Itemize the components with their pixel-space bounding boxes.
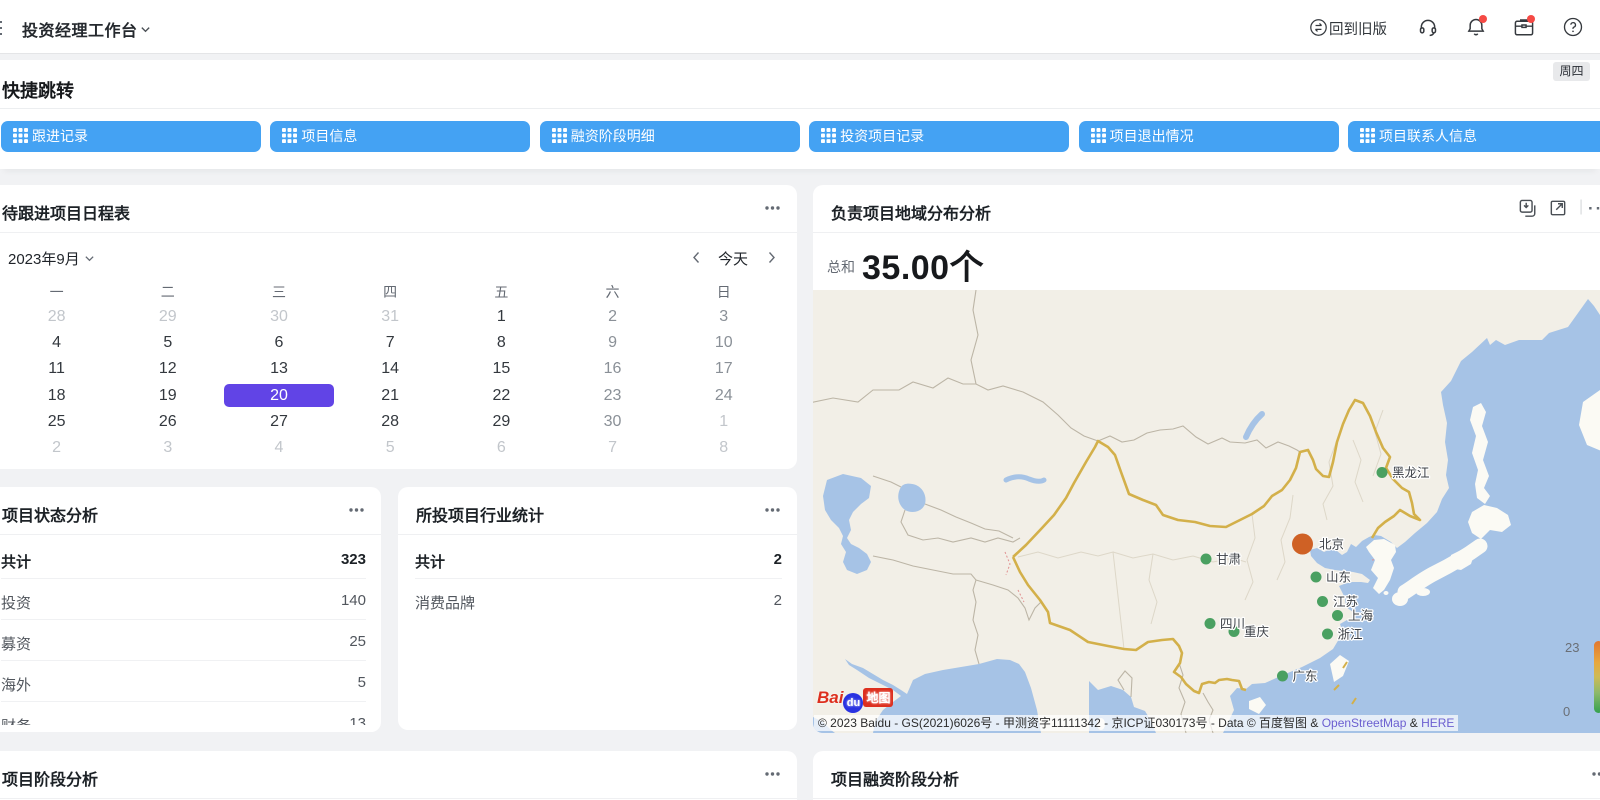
svg-text:浙江: 浙江 xyxy=(1338,627,1363,642)
svg-text:四川: 四川 xyxy=(1220,617,1245,631)
svg-text:重庆: 重庆 xyxy=(1244,624,1270,639)
svg-text:江苏: 江苏 xyxy=(1333,594,1358,609)
svg-text:广东: 广东 xyxy=(1293,670,1318,684)
svg-text:山东: 山东 xyxy=(1326,571,1351,585)
svg-text:北京: 北京 xyxy=(1319,538,1344,552)
svg-text:上海: 上海 xyxy=(1348,608,1374,623)
svg-text:甘肃: 甘肃 xyxy=(1216,553,1241,567)
svg-text:黑龙江: 黑龙江 xyxy=(1392,466,1430,480)
